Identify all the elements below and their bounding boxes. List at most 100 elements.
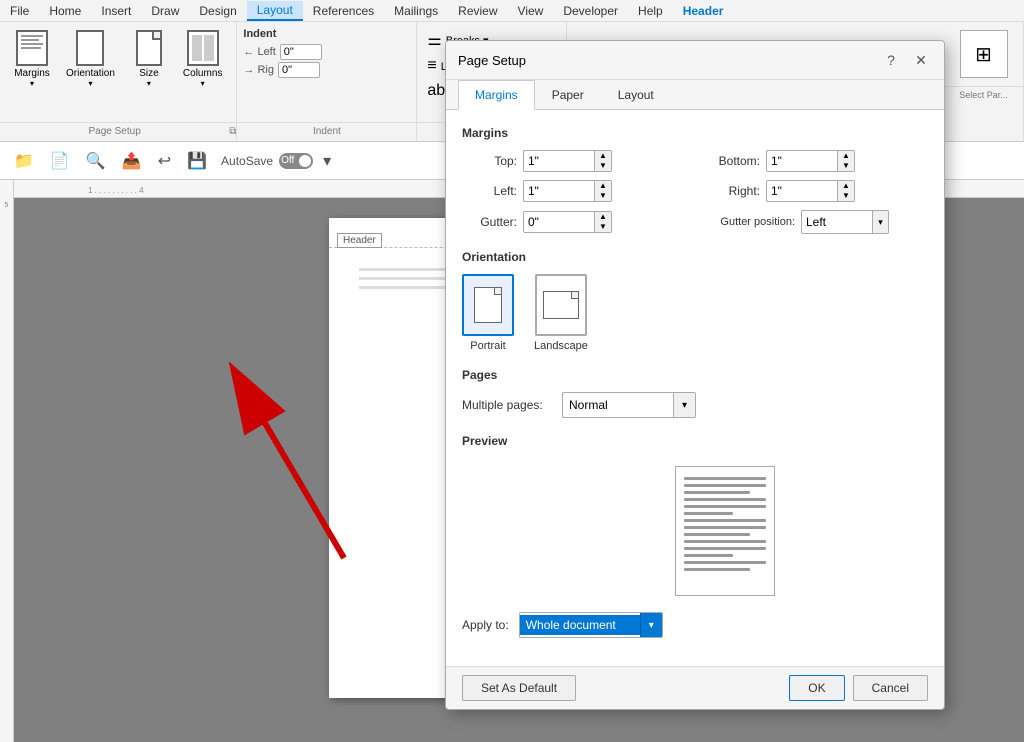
gutter-spin-up[interactable]: ▲	[595, 212, 611, 222]
menu-file[interactable]: File	[0, 2, 39, 20]
gutter-position-label: Gutter position:	[705, 216, 795, 228]
menu-layout[interactable]: Layout	[247, 1, 303, 21]
menu-developer[interactable]: Developer	[553, 2, 628, 20]
size-dropdown-arrow: ▾	[147, 79, 151, 88]
open-btn[interactable]: 📁	[8, 148, 40, 174]
new-btn[interactable]: 📄	[44, 148, 76, 174]
right-indent-input[interactable]	[279, 63, 319, 77]
apply-to-select[interactable]: Whole document This section This point f…	[520, 615, 640, 635]
gutter-input[interactable]	[524, 213, 594, 231]
right-spin-up[interactable]: ▲	[838, 181, 854, 191]
gutter-label: Gutter:	[462, 215, 517, 229]
landscape-page-icon	[543, 291, 579, 319]
right-spin-down[interactable]: ▼	[838, 191, 854, 201]
portrait-option[interactable]: Portrait	[462, 274, 514, 352]
left-indent-input[interactable]	[281, 45, 321, 59]
portrait-label: Portrait	[470, 340, 505, 352]
gutter-spin-down[interactable]: ▼	[595, 222, 611, 232]
gutter-position-row: Gutter position: Left Top ▾	[705, 210, 928, 234]
gutter-input-group: ▲ ▼	[523, 211, 612, 233]
right-indent-row: → Rig	[243, 62, 410, 78]
menu-design[interactable]: Design	[189, 2, 246, 20]
menu-draw[interactable]: Draw	[141, 2, 189, 20]
left-indent-row: ← Left	[243, 44, 410, 60]
margins-btn-label: Margins	[14, 68, 50, 79]
menu-header[interactable]: Header	[673, 2, 734, 20]
right-margin-row: Right: ▲ ▼	[705, 180, 928, 202]
app-wrapper: File Home Insert Draw Design Layout Refe…	[0, 0, 1024, 742]
menu-mailings[interactable]: Mailings	[384, 2, 448, 20]
portrait-page-icon	[474, 287, 502, 323]
preview-lines	[676, 467, 774, 581]
autosave-group: AutoSave Off	[221, 153, 313, 169]
ok-btn[interactable]: OK	[789, 675, 844, 701]
multiple-pages-select-group: Normal Mirror margins 2 pages per sheet …	[562, 392, 696, 418]
ribbon-group-indent: Indent ← Left → Rig Indent	[237, 22, 417, 141]
dialog-footer: Set As Default OK Cancel	[446, 666, 944, 709]
landscape-option[interactable]: Landscape	[534, 274, 588, 352]
gutter-position-arrow: ▾	[872, 211, 888, 233]
right-spin: ▲ ▼	[837, 181, 854, 201]
gutter-position-select-group: Left Top ▾	[801, 210, 889, 234]
apply-to-label: Apply to:	[462, 618, 509, 632]
left-margin-row: Left: ▲ ▼	[462, 180, 685, 202]
ribbon-group-select: ⊞ Select Par...	[944, 22, 1024, 141]
preview-box	[675, 466, 775, 596]
size-icon	[136, 30, 162, 66]
menu-insert[interactable]: Insert	[91, 2, 141, 20]
left-spin-down[interactable]: ▼	[595, 191, 611, 201]
left-spin-up[interactable]: ▲	[595, 181, 611, 191]
right-input[interactable]	[767, 182, 837, 200]
undo-btn[interactable]: ↩	[152, 148, 177, 174]
left-input[interactable]	[524, 182, 594, 200]
search-btn[interactable]: 🔍	[80, 148, 112, 174]
menu-view[interactable]: View	[508, 2, 554, 20]
content-area: 5 1 . . . . . . . . . . 4 Header	[0, 180, 1024, 742]
ribbon-group-page-setup: Margins ▾ Orientation ▾ Size ▾	[0, 22, 237, 141]
portrait-icon-box	[462, 274, 514, 336]
margins-dropdown-arrow: ▾	[30, 79, 34, 88]
multiple-pages-select[interactable]: Normal Mirror margins 2 pages per sheet …	[563, 395, 673, 415]
menu-references[interactable]: References	[303, 2, 384, 20]
columns-btn-label: Columns	[183, 68, 222, 79]
preview-section: Preview	[462, 434, 928, 596]
vertical-ruler: 5	[0, 180, 14, 742]
multiple-pages-arrow: ▾	[673, 393, 695, 417]
orientation-options: Portrait Landscape	[462, 274, 928, 352]
save-btn[interactable]: 💾	[181, 148, 213, 174]
page-setup-group-label: Page Setup ⧉	[0, 122, 236, 141]
margins-form-grid: Top: ▲ ▼ Bottom:	[462, 180, 928, 234]
landscape-label: Landscape	[534, 340, 588, 352]
orientation-section: Orientation Portrait	[462, 250, 928, 352]
margins-icon	[16, 30, 48, 66]
indent-label: Indent	[243, 28, 410, 40]
orientation-btn-label: Orientation	[66, 68, 115, 79]
customize-btn[interactable]: ▾	[317, 148, 337, 174]
cancel-btn[interactable]: Cancel	[853, 675, 928, 701]
toggle-off-label: Off	[281, 155, 294, 166]
gutter-position-select[interactable]: Left Top	[802, 213, 872, 231]
gutter-margin-row: Gutter: ▲ ▼	[462, 210, 685, 234]
multiple-pages-row: Multiple pages: Normal Mirror margins 2 …	[462, 392, 928, 418]
left-spin: ▲ ▼	[594, 181, 611, 201]
gutter-spin: ▲ ▼	[594, 212, 611, 232]
toggle-knob	[299, 155, 311, 167]
ribbon-btn-columns[interactable]: Columns ▾	[177, 26, 228, 118]
autosave-toggle[interactable]: Off	[279, 153, 313, 169]
menu-review[interactable]: Review	[448, 2, 507, 20]
indent-group-label: Indent	[237, 122, 416, 141]
right-label: Right:	[705, 184, 760, 198]
menu-home[interactable]: Home	[39, 2, 91, 20]
preview-title: Preview	[462, 434, 928, 448]
menu-help[interactable]: Help	[628, 2, 673, 20]
orientation-icon	[76, 30, 104, 66]
ribbon-btn-margins[interactable]: Margins ▾	[8, 26, 56, 118]
orientation-title: Orientation	[462, 250, 928, 264]
ribbon-btn-orientation[interactable]: Orientation ▾	[60, 26, 121, 118]
ribbon-btn-size[interactable]: Size ▾	[125, 26, 173, 118]
set-as-default-btn[interactable]: Set As Default	[462, 675, 576, 701]
page-setup-expand[interactable]: ⧉	[229, 126, 236, 137]
left-label: Left:	[462, 184, 517, 198]
share-btn[interactable]: 📤	[116, 148, 148, 174]
autosave-label: AutoSave	[221, 154, 273, 168]
